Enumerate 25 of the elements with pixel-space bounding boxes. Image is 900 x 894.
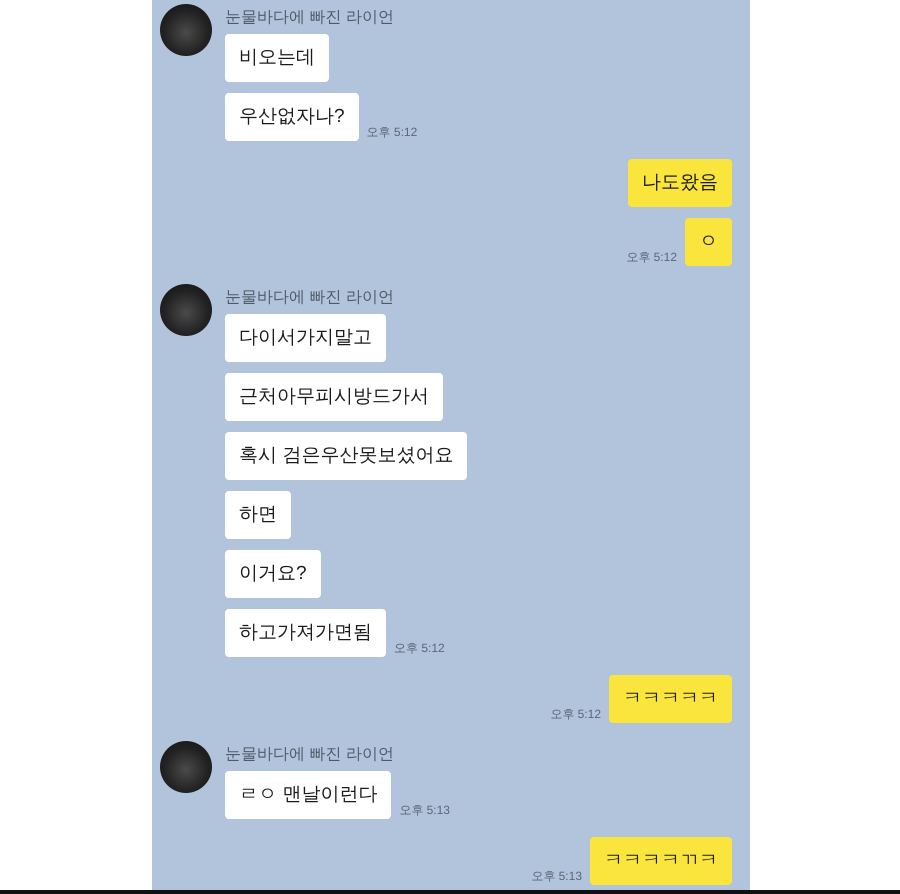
message-time: 오후 5:12 <box>626 250 677 264</box>
avatar-icon[interactable] <box>160 4 212 56</box>
avatar-icon[interactable] <box>160 284 212 336</box>
message-time: 오후 5:13 <box>531 869 582 883</box>
avatar-icon[interactable] <box>160 741 212 793</box>
message-time: 오후 5:13 <box>399 803 450 817</box>
message-bubble: 이거요? <box>225 550 321 598</box>
message-bubble: 하면 <box>225 491 291 539</box>
message-bubble: ㄹㅇ 맨날이런다 <box>225 771 392 819</box>
message-time: 오후 5:12 <box>394 641 445 655</box>
message-bubble: ㅇ <box>685 218 732 266</box>
message-bubble: 우산없자나? <box>225 93 359 141</box>
message-bubble: 하고가져가면됨 <box>225 609 386 657</box>
message-bubble: 혹시 검은우산못보셨어요 <box>225 432 468 480</box>
sender-name: 눈물바다에 빠진 라이언 <box>225 745 395 765</box>
message-bubble: ㅋㅋㅋㅋㅋ <box>609 675 732 723</box>
message-bubble: ㅋㅋㅋㅋㄲㅋ <box>590 837 732 885</box>
sender-name: 눈물바다에 빠진 라이언 <box>225 288 395 308</box>
message-bubble: 나도왔음 <box>628 159 732 207</box>
message-bubble: 비오는데 <box>225 34 329 82</box>
message-bubble: 근처아무피시방드가서 <box>225 373 443 421</box>
message-bubble: 다이서가지말고 <box>225 314 386 362</box>
sender-name: 눈물바다에 빠진 라이언 <box>225 8 395 28</box>
message-time: 오후 5:12 <box>550 707 601 721</box>
message-time: 오후 5:12 <box>366 125 418 139</box>
